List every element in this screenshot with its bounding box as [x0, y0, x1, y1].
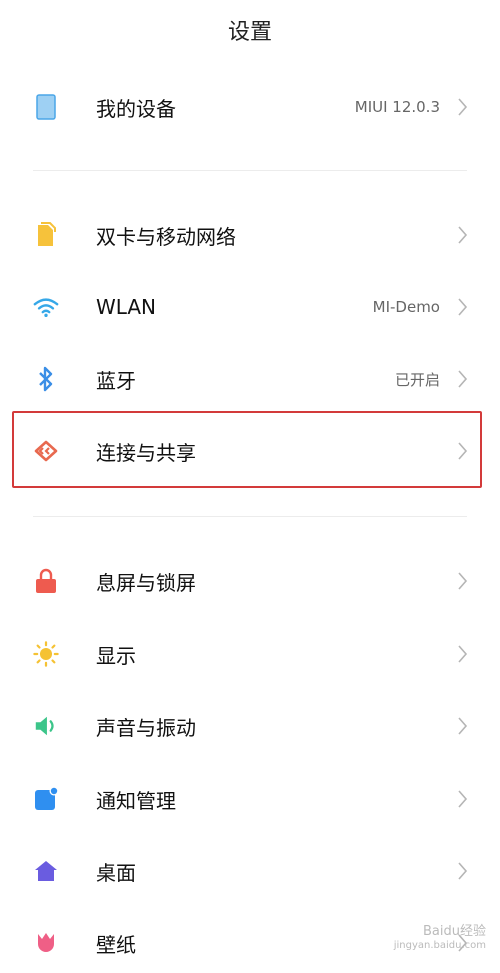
- phone-icon: [33, 94, 59, 120]
- chevron-right-icon: [456, 716, 470, 736]
- watermark: Baidu经验 jingyan.baidu.com: [394, 925, 486, 953]
- connection-share-icon: [33, 438, 59, 464]
- settings-item-label: 通知管理: [96, 788, 176, 813]
- settings-item-lock-screen[interactable]: 息屏与锁屏: [0, 551, 500, 611]
- settings-item-label: 声音与振动: [96, 715, 196, 740]
- settings-item-notifications[interactable]: 通知管理: [0, 769, 500, 829]
- settings-item-sim-network[interactable]: 双卡与移动网络: [0, 205, 500, 265]
- chevron-right-icon: [456, 97, 470, 117]
- settings-item-value: 已开启: [394, 370, 440, 389]
- sim-card-icon: [33, 222, 59, 248]
- notification-icon: [33, 786, 59, 812]
- watermark-text: Baidu经验: [423, 924, 486, 939]
- settings-item-label: 蓝牙: [96, 368, 136, 393]
- chevron-right-icon: [456, 644, 470, 664]
- settings-item-label: 我的设备: [96, 96, 176, 121]
- chevron-right-icon: [456, 225, 470, 245]
- watermark-subtext: jingyan.baidu.com: [393, 940, 486, 951]
- group-divider: [33, 170, 467, 171]
- settings-item-label: 壁纸: [96, 932, 136, 957]
- home-icon: [33, 858, 59, 884]
- settings-item-display[interactable]: 显示: [0, 624, 500, 684]
- settings-item-label: 连接与共享: [96, 440, 196, 465]
- chevron-right-icon: [456, 571, 470, 591]
- speaker-icon: [33, 713, 59, 739]
- chevron-right-icon: [456, 441, 470, 461]
- settings-item-value: MI-Demo: [372, 298, 440, 316]
- settings-item-label: 息屏与锁屏: [96, 570, 196, 595]
- settings-item-label: 双卡与移动网络: [96, 224, 236, 249]
- settings-item-sound[interactable]: 声音与振动: [0, 696, 500, 756]
- chevron-right-icon: [456, 297, 470, 317]
- sun-icon: [33, 641, 59, 667]
- settings-item-label: 桌面: [96, 860, 136, 885]
- wifi-icon: [33, 294, 59, 320]
- page-title: 设置: [227, 20, 272, 45]
- settings-item-label: 显示: [96, 643, 136, 668]
- chevron-right-icon: [456, 861, 470, 881]
- settings-item-wlan[interactable]: WLAN MI-Demo: [0, 277, 500, 337]
- settings-item-label: WLAN: [96, 295, 157, 319]
- settings-item-bluetooth[interactable]: 蓝牙 已开启: [0, 349, 500, 409]
- settings-item-value: MIUI 12.0.3: [354, 98, 440, 116]
- bluetooth-icon: [33, 366, 59, 392]
- settings-item-connection-sharing[interactable]: 连接与共享: [0, 421, 500, 481]
- chevron-right-icon: [456, 789, 470, 809]
- tulip-icon: [33, 930, 59, 956]
- lock-icon: [33, 568, 59, 594]
- chevron-right-icon: [456, 369, 470, 389]
- settings-item-my-device[interactable]: 我的设备 MIUI 12.0.3: [0, 77, 500, 137]
- group-divider: [33, 516, 467, 517]
- settings-item-home-screen[interactable]: 桌面: [0, 841, 500, 901]
